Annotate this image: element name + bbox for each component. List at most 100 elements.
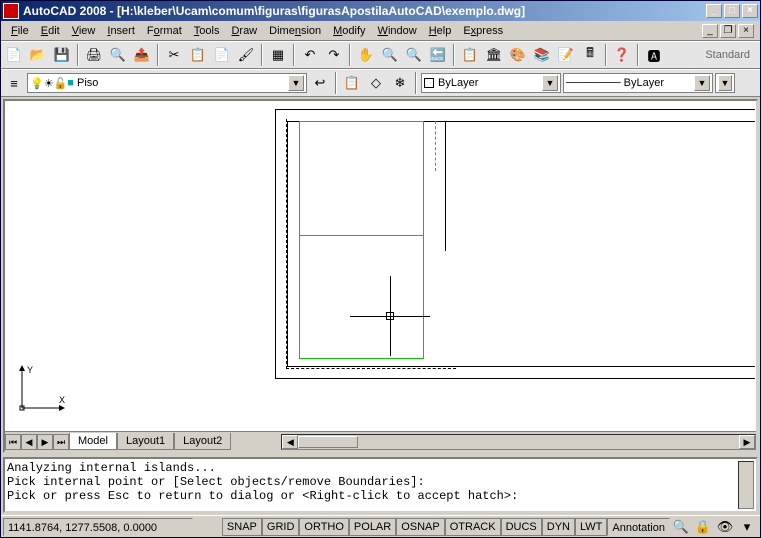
menu-window[interactable]: Window: [372, 23, 423, 39]
doc-close-button[interactable]: ×: [738, 24, 754, 38]
visibility-icon[interactable]: 👁: [714, 516, 736, 538]
lineweight-combo[interactable]: ▼: [715, 73, 735, 93]
quickcalc-button[interactable]: 🖩: [579, 44, 601, 66]
separator: [157, 44, 159, 66]
zoom-previous-button[interactable]: 🔙: [427, 44, 449, 66]
design-center-button[interactable]: 🏛: [483, 44, 505, 66]
drawing-workarea: Y X ⏮ ◀ ▶ ⏭ Model Layout1 Layout2 ◀ ▶: [3, 99, 758, 453]
layer-states-button[interactable]: 📋: [341, 72, 363, 94]
menu-express[interactable]: Express: [457, 23, 509, 39]
lwt-toggle[interactable]: LWT: [575, 518, 607, 536]
grid-toggle[interactable]: GRID: [262, 518, 300, 536]
ssm-button[interactable]: 📚: [531, 44, 553, 66]
viewport-scale-button[interactable]: 🅰: [643, 44, 665, 66]
ortho-toggle[interactable]: ORTHO: [299, 518, 349, 536]
menu-file[interactable]: File: [5, 23, 35, 39]
pan-button[interactable]: ✋: [355, 44, 377, 66]
dropdown-arrow-icon[interactable]: ▼: [718, 75, 732, 91]
layer-iso-button[interactable]: ◇: [365, 72, 387, 94]
zoom-window-button[interactable]: 🔍: [403, 44, 425, 66]
bulb-on-icon: 💡: [30, 77, 44, 90]
ucs-x-label: X: [59, 395, 65, 405]
green-rect-outer: [299, 121, 424, 359]
doc-restore-button[interactable]: ❐: [720, 24, 736, 38]
paste-button[interactable]: 📄: [211, 44, 233, 66]
color-swatch-icon: [424, 78, 434, 88]
close-button[interactable]: ×: [742, 4, 758, 18]
command-scrollbar[interactable]: [738, 461, 754, 509]
doc-minimize-button[interactable]: _: [702, 24, 718, 38]
block-editor-button[interactable]: ▦: [267, 44, 289, 66]
annotation-label: Annotation: [607, 518, 670, 536]
publish-button[interactable]: 📤: [131, 44, 153, 66]
ducs-toggle[interactable]: DUCS: [501, 518, 542, 536]
drawing-canvas[interactable]: Y X: [5, 101, 756, 431]
scroll-thumb[interactable]: [298, 436, 358, 448]
dropdown-arrow-icon[interactable]: ▼: [542, 75, 558, 91]
command-line-panel[interactable]: Analyzing internal islands... Pick inter…: [3, 457, 758, 513]
coords-display[interactable]: 1141.8764, 1277.5508, 0.0000: [3, 518, 193, 536]
layer-manager-button[interactable]: ≡: [3, 72, 25, 94]
cut-button[interactable]: ✂: [163, 44, 185, 66]
scroll-left-button[interactable]: ◀: [282, 435, 298, 449]
tab-nav-first[interactable]: ⏮: [5, 434, 21, 450]
open-button[interactable]: 📂: [27, 44, 49, 66]
new-button[interactable]: 📄: [3, 44, 25, 66]
zoom-realtime-button[interactable]: 🔍: [379, 44, 401, 66]
menu-tools[interactable]: Tools: [188, 23, 226, 39]
redo-button[interactable]: ↷: [323, 44, 345, 66]
scroll-right-button[interactable]: ▶: [739, 435, 755, 449]
menu-edit[interactable]: Edit: [35, 23, 66, 39]
separator: [293, 44, 295, 66]
copy-button[interactable]: 📋: [187, 44, 209, 66]
plot-button[interactable]: 🖨: [83, 44, 105, 66]
menu-draw[interactable]: Draw: [225, 23, 263, 39]
layer-previous-button[interactable]: ↩: [309, 72, 331, 94]
tab-nav-prev[interactable]: ◀: [21, 434, 37, 450]
menu-format[interactable]: Format: [141, 23, 188, 39]
command-text: Analyzing internal islands... Pick inter…: [7, 461, 738, 509]
lock-open-icon: 🔓: [54, 77, 68, 90]
dropdown-arrow-icon[interactable]: ▼: [288, 75, 304, 91]
undo-button[interactable]: ↶: [299, 44, 321, 66]
markup-button[interactable]: 📝: [555, 44, 577, 66]
layer-freeze-button[interactable]: ❄: [389, 72, 411, 94]
dropdown-arrow-icon[interactable]: ▼: [694, 75, 710, 91]
tool-palettes-button[interactable]: 🎨: [507, 44, 529, 66]
otrack-toggle[interactable]: OTRACK: [445, 518, 501, 536]
save-button[interactable]: 💾: [51, 44, 73, 66]
menu-dimension[interactable]: Dimension: [263, 23, 327, 39]
sun-icon: ☀: [44, 77, 54, 90]
green-divider: [299, 235, 424, 236]
help-button[interactable]: ❓: [611, 44, 633, 66]
properties-button[interactable]: 📋: [459, 44, 481, 66]
snap-toggle[interactable]: SNAP: [222, 518, 262, 536]
layer-combo[interactable]: 💡 ☀ 🔓 ■ Piso ▼: [27, 73, 307, 93]
menu-insert[interactable]: Insert: [101, 23, 141, 39]
minimize-button[interactable]: _: [706, 4, 722, 18]
tab-nav-next[interactable]: ▶: [37, 434, 53, 450]
osnap-toggle[interactable]: OSNAP: [396, 518, 445, 536]
standard-label: Standard: [697, 47, 758, 63]
title-bar: AutoCAD 2008 - [H:\kleber\Ucam\comum\fig…: [1, 1, 760, 21]
match-props-button[interactable]: 🖌: [235, 44, 257, 66]
separator: [335, 72, 337, 94]
linetype-combo[interactable]: ─────── ByLayer ▼: [563, 73, 713, 93]
maximize-button[interactable]: □: [724, 4, 740, 18]
menu-help[interactable]: Help: [423, 23, 458, 39]
lock-icon[interactable]: 🔒: [692, 516, 714, 538]
tab-layout1[interactable]: Layout1: [117, 433, 174, 450]
polar-toggle[interactable]: POLAR: [349, 518, 396, 536]
separator: [349, 44, 351, 66]
tab-layout2[interactable]: Layout2: [174, 433, 231, 450]
color-combo[interactable]: ByLayer ▼: [421, 73, 561, 93]
dyn-toggle[interactable]: DYN: [542, 518, 575, 536]
plot-preview-button[interactable]: 🔍: [107, 44, 129, 66]
horizontal-scrollbar[interactable]: ◀ ▶: [281, 434, 756, 450]
menu-view[interactable]: View: [66, 23, 102, 39]
tray-settings-icon[interactable]: ▾: [736, 516, 758, 538]
annotation-scale-icon[interactable]: 🔍: [670, 516, 692, 538]
tab-nav-last[interactable]: ⏭: [53, 434, 69, 450]
tab-model[interactable]: Model: [69, 433, 117, 450]
menu-modify[interactable]: Modify: [327, 23, 371, 39]
